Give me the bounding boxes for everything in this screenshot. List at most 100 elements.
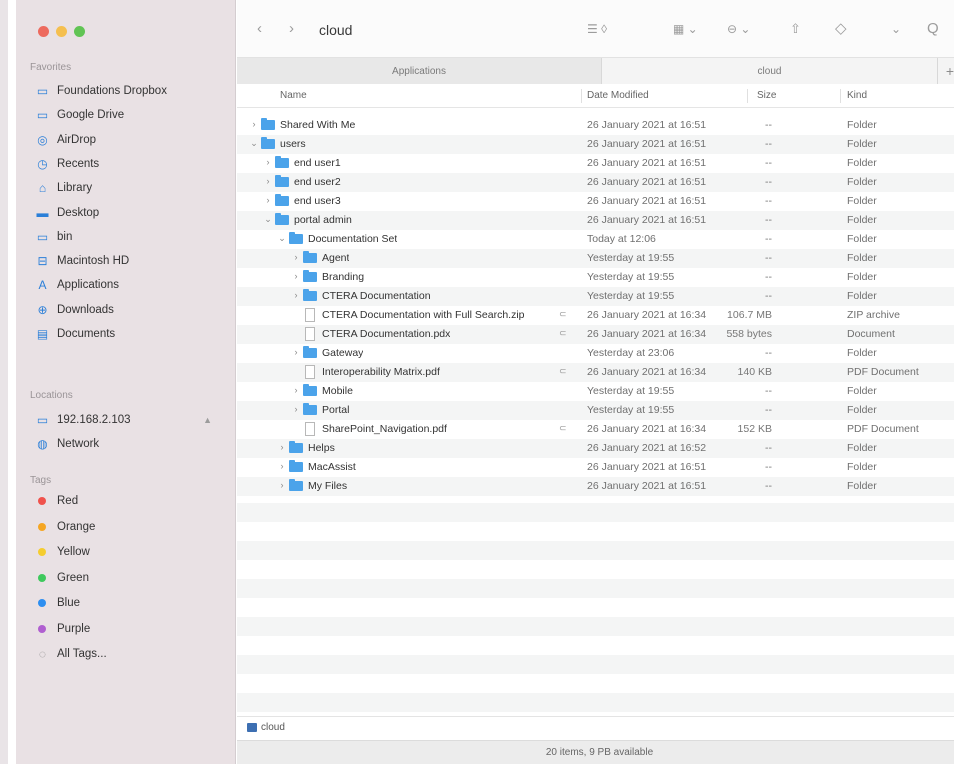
folder-icon bbox=[289, 441, 303, 453]
file-row[interactable]: › Portal Yesterday at 19:55 -- Folder bbox=[237, 401, 954, 420]
view-options-icon[interactable]: ☰ ◊ bbox=[587, 20, 607, 38]
file-row[interactable]: › CTERA Documentation Yesterday at 19:55 --… bbox=[237, 287, 954, 306]
disclosure-closed-icon[interactable]: › bbox=[263, 176, 273, 186]
file-date: 26 January 2021 at 16:34 bbox=[587, 328, 707, 340]
file-size: 106.7 MB bbox=[727, 309, 772, 321]
column-date-modified[interactable]: Date Modified bbox=[587, 90, 649, 101]
disclosure-closed-icon[interactable]: › bbox=[277, 480, 287, 490]
disclosure-closed-icon[interactable]: › bbox=[291, 271, 301, 281]
file-row[interactable]: › Helps 26 January 2021 at 16:52 -- Folder bbox=[237, 439, 954, 458]
more-chevron-icon[interactable]: ⌄ bbox=[891, 20, 901, 38]
tags-heading: Tags bbox=[30, 475, 52, 486]
sidebar-item[interactable]: ◍ Network bbox=[36, 433, 226, 455]
file-name: Portal bbox=[322, 404, 350, 416]
column-divider[interactable] bbox=[581, 89, 582, 103]
back-button[interactable]: ‹ bbox=[257, 20, 262, 38]
folder-icon bbox=[261, 118, 275, 130]
file-date: 26 January 2021 at 16:51 bbox=[587, 157, 707, 169]
file-date: Yesterday at 19:55 bbox=[587, 290, 675, 302]
forward-button[interactable]: › bbox=[289, 20, 294, 38]
file-row[interactable]: › end user2 26 January 2021 at 16:51 -- Fold… bbox=[237, 173, 954, 192]
column-name[interactable]: Name bbox=[280, 90, 307, 101]
disclosure-closed-icon[interactable]: › bbox=[249, 119, 259, 129]
file-row[interactable]: ⌄ portal admin 26 January 2021 at 16:51 -- F… bbox=[237, 211, 954, 230]
disclosure-open-icon[interactable]: ⌄ bbox=[263, 214, 273, 225]
eject-icon[interactable]: ▲ bbox=[203, 415, 212, 425]
file-row[interactable]: ⌄ Documentation Set Today at 12:06 -- Folder bbox=[237, 230, 954, 249]
tab-applications[interactable]: Applications bbox=[237, 58, 602, 84]
disclosure-open-icon[interactable]: ⌄ bbox=[277, 233, 287, 244]
sidebar-tag[interactable]: Yellow bbox=[36, 541, 226, 563]
share-icon[interactable]: ⇧ bbox=[790, 20, 801, 38]
disclosure-closed-icon[interactable]: › bbox=[291, 252, 301, 262]
sidebar-item[interactable]: ▭ 192.168.2.103 ▲ bbox=[36, 409, 226, 431]
sidebar-tag[interactable]: Purple bbox=[36, 618, 226, 640]
file-row[interactable]: › end user3 26 January 2021 at 16:51 -- Fold… bbox=[237, 192, 954, 211]
column-size[interactable]: Size bbox=[757, 90, 776, 101]
sidebar-all-tags[interactable]: ◌ All Tags... bbox=[36, 643, 226, 665]
file-row[interactable]: › MacAssist 26 January 2021 at 16:51 -- Fold… bbox=[237, 458, 954, 477]
file-name: MacAssist bbox=[308, 461, 356, 473]
action-menu-icon[interactable]: ⊖ ⌄ bbox=[727, 20, 750, 38]
column-divider[interactable] bbox=[840, 89, 841, 103]
sidebar-item[interactable]: ◷ Recents bbox=[36, 153, 226, 175]
column-kind[interactable]: Kind bbox=[847, 90, 867, 101]
file-row[interactable]: › Branding Yesterday at 19:55 -- Folder bbox=[237, 268, 954, 287]
sidebar-item[interactable]: ▬ Desktop bbox=[36, 202, 226, 224]
path-item-cloud[interactable]: cloud bbox=[261, 722, 285, 733]
disclosure-closed-icon[interactable]: › bbox=[277, 461, 287, 471]
search-icon[interactable]: Q bbox=[927, 20, 939, 38]
sidebar-tag-label: Purple bbox=[57, 622, 91, 635]
disclosure-closed-icon[interactable]: › bbox=[277, 442, 287, 452]
disclosure-closed-icon[interactable]: › bbox=[291, 404, 301, 414]
close-button[interactable] bbox=[38, 26, 49, 37]
minimize-button[interactable] bbox=[56, 26, 67, 37]
disk-icon: ⊟ bbox=[37, 254, 48, 269]
desktop-icon: ▬ bbox=[36, 205, 49, 220]
tag-icon[interactable]: ◇ bbox=[835, 20, 847, 38]
sidebar-tag[interactable]: Orange bbox=[36, 516, 226, 538]
sidebar-item[interactable]: ◎ AirDrop bbox=[36, 129, 226, 151]
tab-cloud[interactable]: cloud bbox=[602, 58, 937, 84]
file-row[interactable]: CTERA Documentation.pdx ⊂ 26 January 2021 … bbox=[237, 325, 954, 344]
file-row[interactable]: › Agent Yesterday at 19:55 -- Folder bbox=[237, 249, 954, 268]
file-kind: PDF Document bbox=[847, 366, 919, 378]
sidebar-item[interactable]: ▤ Documents bbox=[36, 323, 226, 345]
disclosure-open-icon[interactable]: ⌄ bbox=[249, 138, 259, 149]
new-tab-button[interactable]: + bbox=[937, 58, 954, 84]
file-row[interactable]: › My Files 26 January 2021 at 16:51 -- Folde… bbox=[237, 477, 954, 496]
file-kind: Folder bbox=[847, 480, 877, 492]
file-row[interactable]: › Gateway Yesterday at 23:06 -- Folder bbox=[237, 344, 954, 363]
group-by-icon[interactable]: ▦ ⌄ bbox=[673, 20, 698, 38]
file-row[interactable]: › Mobile Yesterday at 19:55 -- Folder bbox=[237, 382, 954, 401]
disclosure-closed-icon[interactable]: › bbox=[263, 157, 273, 167]
disclosure-closed-icon[interactable]: › bbox=[291, 385, 301, 395]
sidebar-item[interactable]: ⊟ Macintosh HD bbox=[36, 250, 226, 272]
sidebar-item[interactable]: ⊕ Downloads bbox=[36, 299, 226, 321]
file-row[interactable]: ⌄ users 26 January 2021 at 16:51 -- Folder bbox=[237, 135, 954, 154]
disclosure-closed-icon[interactable]: › bbox=[291, 290, 301, 300]
sidebar-item[interactable]: ▭ Foundations Dropbox bbox=[36, 80, 226, 102]
document-icon bbox=[305, 422, 315, 436]
sidebar-item[interactable]: A Applications bbox=[36, 274, 226, 296]
file-size: -- bbox=[765, 252, 772, 264]
sidebar-tag[interactable]: Blue bbox=[36, 592, 226, 614]
file-row[interactable]: › end user1 26 January 2021 at 16:51 -- Fold… bbox=[237, 154, 954, 173]
disclosure-closed-icon[interactable]: › bbox=[263, 195, 273, 205]
sidebar-tag[interactable]: Green bbox=[36, 567, 226, 589]
file-row[interactable]: SharePoint_Navigation.pdf ⊂ 26 January 202… bbox=[237, 420, 954, 439]
file-row[interactable]: Interoperability Matrix.pdf ⊂ 26 January 2… bbox=[237, 363, 954, 382]
column-divider[interactable] bbox=[747, 89, 748, 103]
file-row[interactable]: CTERA Documentation with Full Search.zip… bbox=[237, 306, 954, 325]
sidebar-item[interactable]: ▭ bin bbox=[36, 226, 226, 248]
disclosure-closed-icon[interactable]: › bbox=[291, 347, 301, 357]
zoom-button[interactable] bbox=[74, 26, 85, 37]
sidebar-tag[interactable]: Red bbox=[36, 490, 226, 512]
file-row[interactable]: › Shared With Me 26 January 2021 at 16:51 -… bbox=[237, 116, 954, 135]
sidebar-item-label: Google Drive bbox=[57, 109, 125, 122]
toolbar: ‹ › cloud ☰ ◊ ▦ ⌄ ⊖ ⌄ ⇧ ◇ ⌄ Q bbox=[237, 0, 954, 58]
sidebar-item[interactable]: ⌂ Library bbox=[36, 177, 226, 199]
favorites-heading: Favorites bbox=[30, 62, 72, 73]
file-date: Yesterday at 19:55 bbox=[587, 252, 675, 264]
sidebar-item[interactable]: ▭ Google Drive bbox=[36, 104, 226, 126]
